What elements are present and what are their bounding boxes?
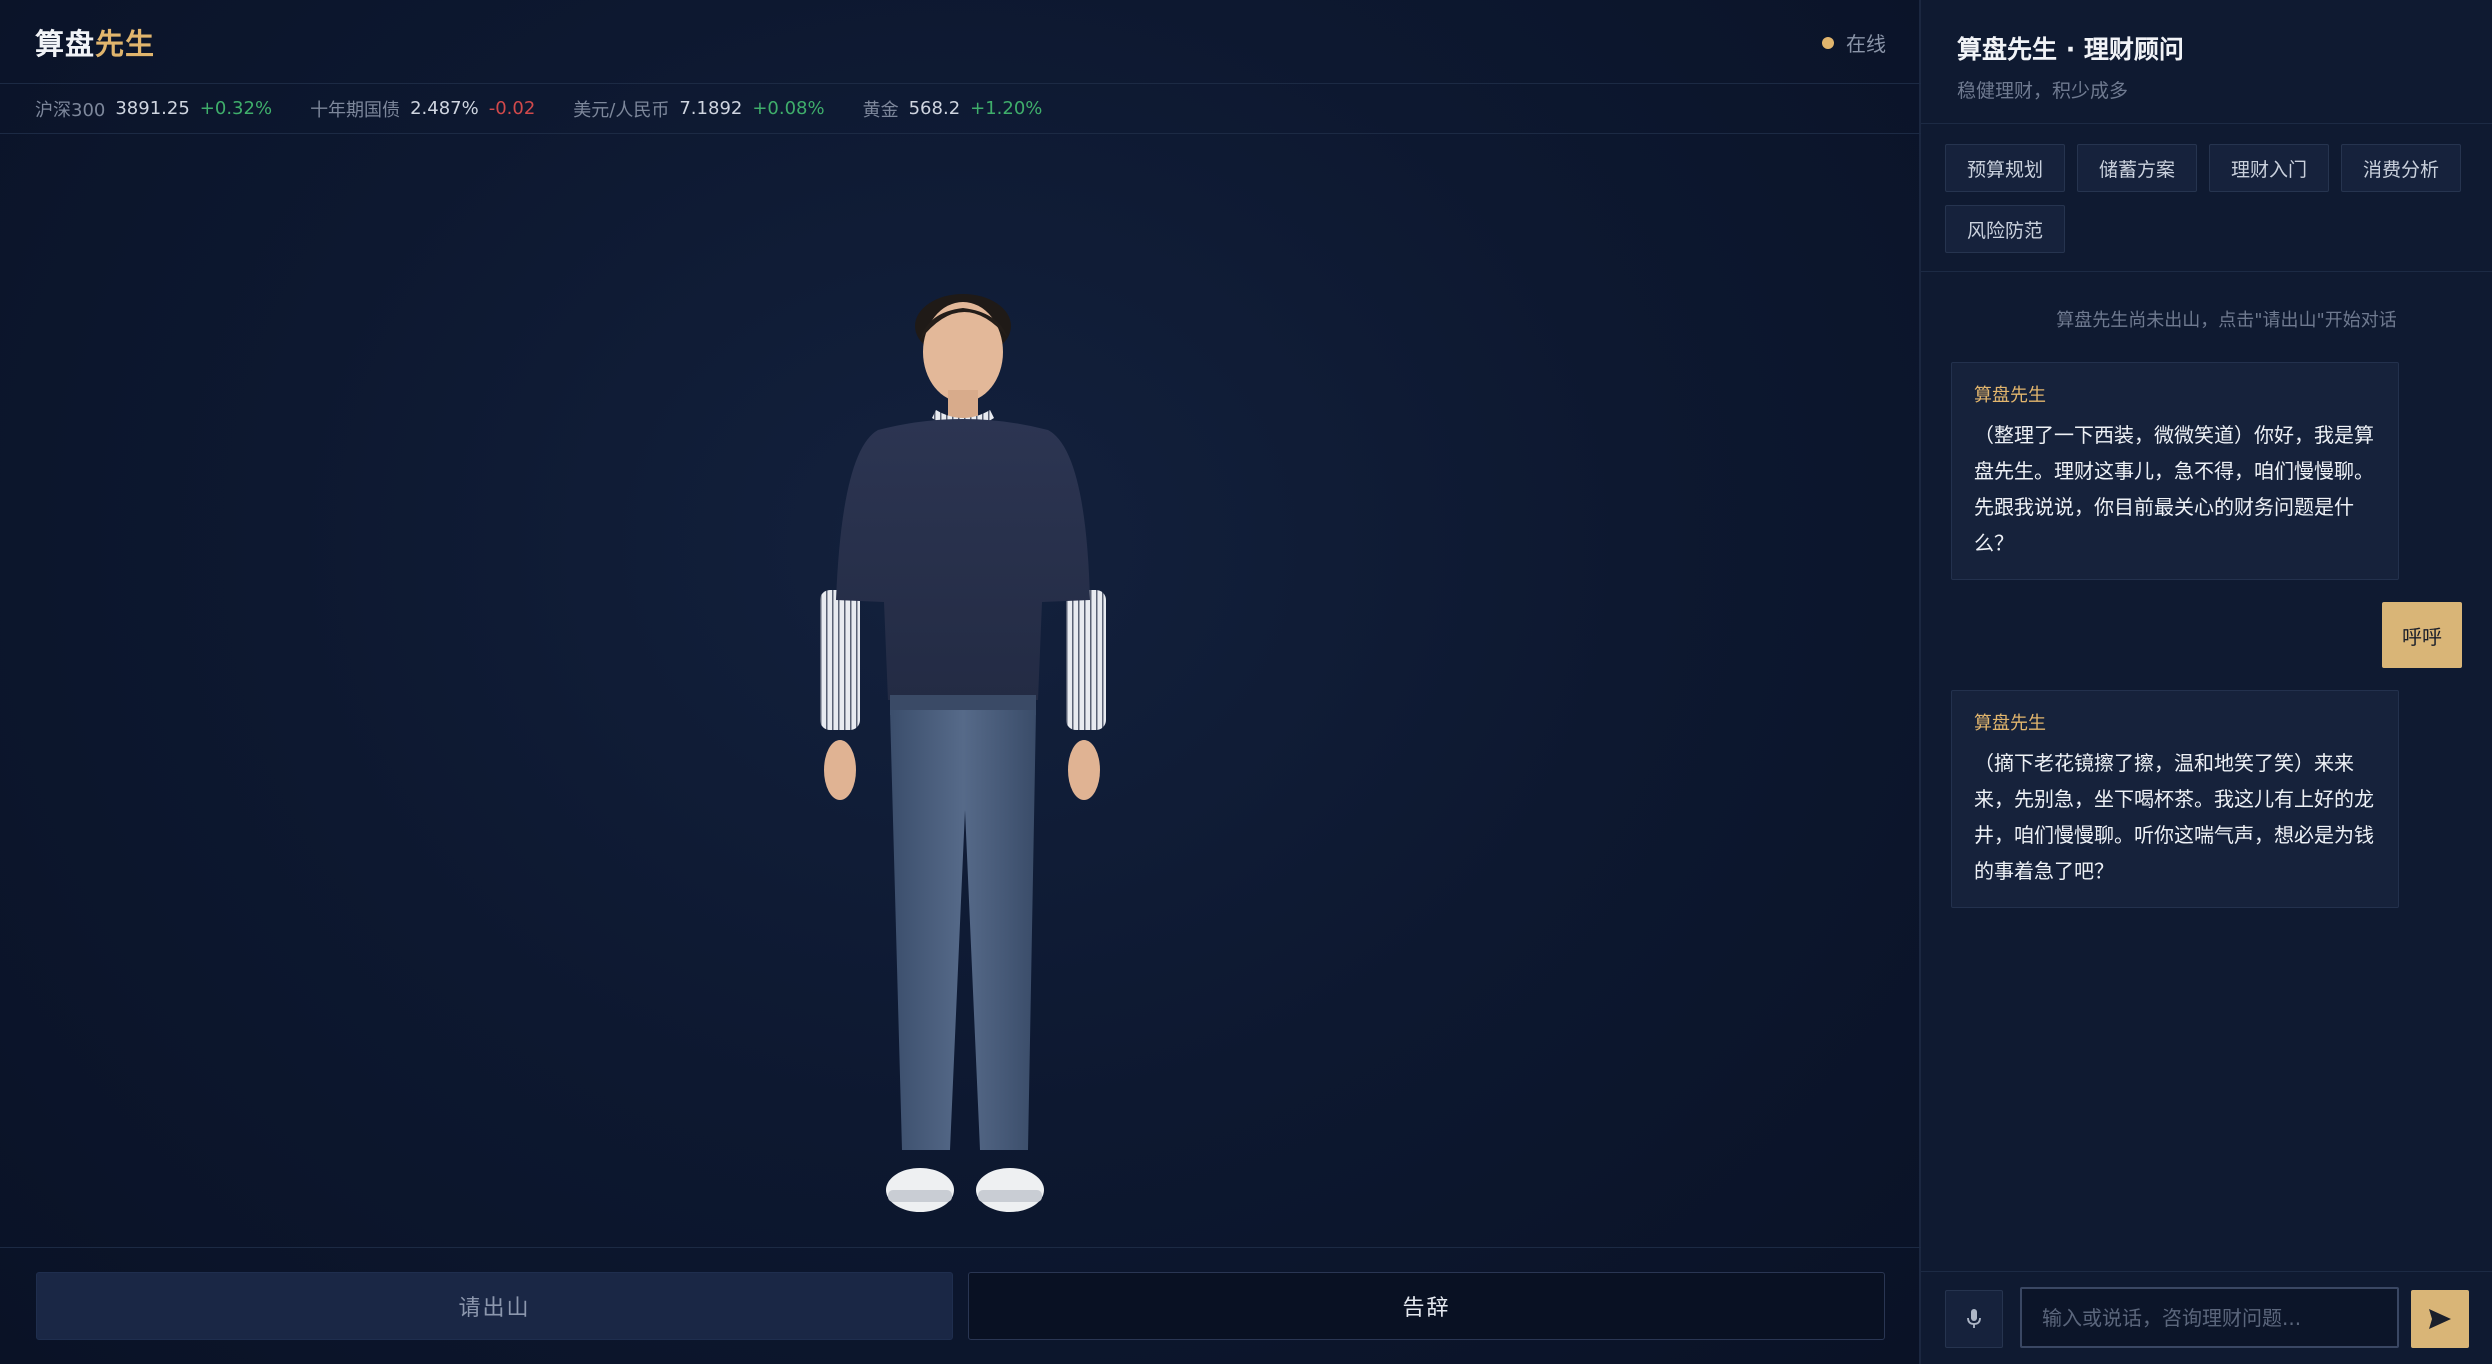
ticker-item: 黄金 568.2 +1.20%: [863, 96, 1043, 122]
top-bar: 算盘先生 在线: [0, 0, 1921, 84]
avatar-figure: [820, 294, 1106, 1212]
panel-title: 算盘先生 · 理财顾问: [1957, 35, 2184, 64]
ticker-value: 568.2: [908, 98, 961, 119]
ticker-item: 沪深300 3891.25 +0.32%: [35, 96, 272, 122]
panel-header: 算盘先生 · 理财顾问 稳健理财，积少成多: [1921, 0, 2492, 124]
ticker-name: 十年期国债: [310, 99, 401, 121]
message-text: （摘下老花镜擦了擦，温和地笑了笑）来来来，先别急，坐下喝杯茶。我这儿有上好的龙井…: [1974, 751, 2374, 883]
send-icon: [2429, 1309, 2451, 1329]
system-note: 算盘先生尚未出山，点击"请出山"开始对话: [2056, 310, 2397, 331]
microphone-icon: [1967, 1309, 1981, 1328]
sender-name: 算盘先生: [1974, 713, 2046, 734]
market-ticker: 沪深300 3891.25 +0.32% 十年期国债 2.487% -0.02 …: [0, 84, 1921, 134]
ticker-name: 沪深300: [35, 99, 106, 121]
ai-message: 算盘先生 （整理了一下西装，微微笑道）你好，我是算盘先生。理财这事儿，急不得，咱…: [1951, 362, 2399, 580]
ticker-value: 3891.25: [115, 98, 190, 119]
leave-button[interactable]: 告辞: [968, 1272, 1885, 1340]
ticker-item: 美元/人民币 7.1892 +0.08%: [573, 96, 824, 122]
ticker-change: +0.08%: [752, 98, 825, 119]
ai-message: 算盘先生 （摘下老花镜擦了擦，温和地笑了笑）来来来，先别急，坐下喝杯茶。我这儿有…: [1951, 690, 2399, 908]
status-dot-icon: [1822, 36, 1834, 49]
ticker-name: 黄金: [862, 99, 899, 121]
chip-spending-analysis[interactable]: 消费分析: [2341, 144, 2462, 192]
chip-savings-plan[interactable]: 储蓄方案: [2077, 144, 2198, 192]
avatar-stage: 算盘先生 在线 沪深300 3891.25 +0.32% 十年期国债 2.487…: [0, 0, 1921, 1364]
message-composer: [1921, 1271, 2492, 1364]
user-message-row: 呼呼: [1951, 602, 2462, 668]
chip-risk-prevention[interactable]: 风险防范: [1945, 205, 2066, 253]
brand-logo: 算盘先生: [35, 21, 155, 63]
topic-chips: 预算规划 储蓄方案 理财入门 消费分析 风险防范: [1921, 124, 2492, 272]
invite-button[interactable]: 请出山: [36, 1272, 953, 1340]
ticker-value: 7.1892: [679, 98, 743, 119]
status-label: 在线: [1846, 32, 1886, 56]
ticker-item: 十年期国债 2.487% -0.02: [310, 96, 535, 122]
chat-input[interactable]: [2020, 1287, 2399, 1348]
microphone-button[interactable]: [1945, 1290, 2003, 1348]
chip-finance-basics[interactable]: 理财入门: [2209, 144, 2330, 192]
chip-budget-planning[interactable]: 预算规划: [1945, 144, 2066, 192]
action-bar: 请出山 告辞: [0, 1247, 1921, 1364]
ticker-change: +0.32%: [199, 98, 273, 119]
ticker-change: +1.20%: [970, 98, 1043, 119]
user-message: 呼呼: [2382, 602, 2462, 668]
online-status: 在线: [1822, 28, 1886, 57]
ticker-value: 2.487%: [410, 98, 479, 119]
ticker-change: -0.02: [488, 98, 536, 119]
panel-subtitle: 稳健理财，积少成多: [1957, 80, 2129, 102]
brand-accent: 先生: [95, 26, 156, 61]
app-root: 算盘先生 在线 沪深300 3891.25 +0.32% 十年期国债 2.487…: [0, 0, 2492, 1364]
message-list: 算盘先生尚未出山，点击"请出山"开始对话 算盘先生 （整理了一下西装，微微笑道）…: [1921, 272, 2492, 908]
send-button[interactable]: [2411, 1290, 2469, 1348]
brand-main: 算盘: [35, 26, 96, 61]
ticker-name: 美元/人民币: [573, 99, 670, 121]
chat-panel: 算盘先生 · 理财顾问 稳健理财，积少成多 预算规划 储蓄方案 理财入门 消费分…: [1921, 0, 2492, 1364]
message-text: （整理了一下西装，微微笑道）你好，我是算盘先生。理财这事儿，急不得，咱们慢慢聊。…: [1974, 423, 2374, 555]
sender-name: 算盘先生: [1974, 385, 2046, 406]
